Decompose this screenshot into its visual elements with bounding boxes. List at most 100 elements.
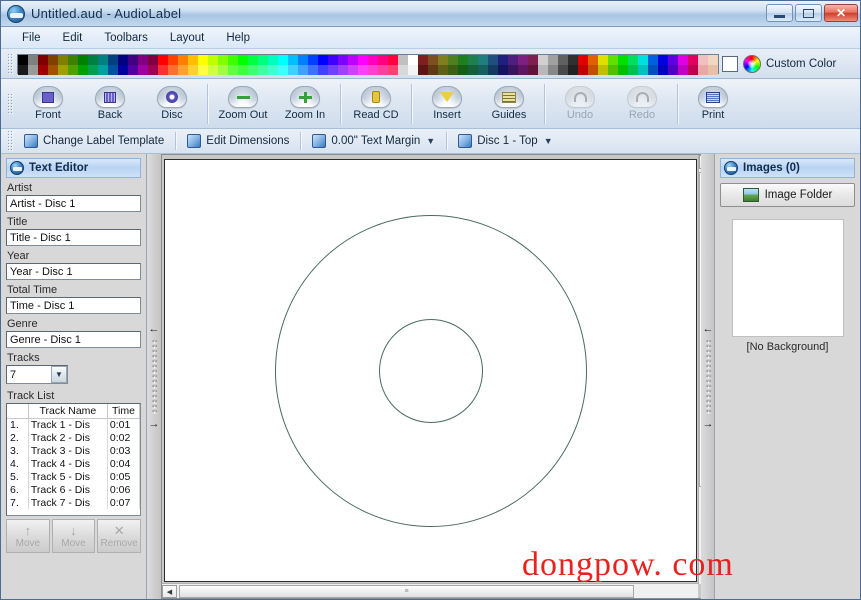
- minimize-button[interactable]: [766, 4, 793, 22]
- color-swatch[interactable]: [318, 64, 328, 75]
- color-swatch[interactable]: [138, 54, 148, 65]
- color-swatch[interactable]: [88, 54, 98, 65]
- color-swatch[interactable]: [558, 64, 568, 75]
- color-swatch[interactable]: [98, 54, 108, 65]
- toolbar-button-print[interactable]: Print: [682, 81, 744, 127]
- color-swatch[interactable]: [28, 54, 38, 65]
- selected-color-swatch[interactable]: [722, 55, 738, 72]
- color-swatch[interactable]: [348, 64, 358, 75]
- color-swatch[interactable]: [228, 54, 238, 65]
- color-swatch[interactable]: [318, 54, 328, 65]
- change-label-template-button[interactable]: Change Label Template: [17, 131, 171, 152]
- menu-layout[interactable]: Layout: [159, 29, 216, 47]
- color-swatch[interactable]: [78, 54, 88, 65]
- color-swatch[interactable]: [438, 64, 448, 75]
- color-swatch[interactable]: [128, 54, 138, 65]
- color-swatch[interactable]: [628, 54, 638, 65]
- color-swatch[interactable]: [368, 64, 378, 75]
- color-swatch[interactable]: [538, 54, 548, 65]
- color-swatch[interactable]: [78, 64, 88, 75]
- color-swatch[interactable]: [558, 54, 568, 65]
- color-swatch[interactable]: [88, 64, 98, 75]
- table-row[interactable]: 6. Track 6 - Dis 0:06: [7, 483, 140, 496]
- toolbar-button-zoom-out[interactable]: Zoom Out: [212, 81, 274, 127]
- color-swatch[interactable]: [378, 64, 388, 75]
- color-swatch[interactable]: [418, 64, 428, 75]
- color-swatch[interactable]: [548, 64, 558, 75]
- color-swatch[interactable]: [138, 64, 148, 75]
- color-swatch[interactable]: [108, 54, 118, 65]
- color-swatch[interactable]: [178, 54, 188, 65]
- color-swatch[interactable]: [308, 54, 318, 65]
- color-swatch[interactable]: [48, 64, 58, 75]
- color-swatch[interactable]: [38, 64, 48, 75]
- table-row[interactable]: 2. Track 2 - Dis 0:02: [7, 431, 140, 444]
- color-swatch[interactable]: [158, 64, 168, 75]
- color-swatch[interactable]: [638, 64, 648, 75]
- left-panel-splitter[interactable]: ← →: [147, 154, 161, 599]
- color-swatch[interactable]: [328, 54, 338, 65]
- color-swatch[interactable]: [268, 64, 278, 75]
- color-swatch[interactable]: [218, 64, 228, 75]
- splitter-grip-icon[interactable]: [705, 338, 711, 415]
- table-row[interactable]: 5. Track 5 - Dis 0:05: [7, 470, 140, 483]
- color-swatch[interactable]: [428, 54, 438, 65]
- color-swatch[interactable]: [168, 64, 178, 75]
- color-swatch[interactable]: [258, 54, 268, 65]
- color-swatch[interactable]: [618, 54, 628, 65]
- color-swatch[interactable]: [148, 64, 158, 75]
- color-swatch[interactable]: [338, 64, 348, 75]
- color-swatch[interactable]: [498, 64, 508, 75]
- color-swatch[interactable]: [448, 64, 458, 75]
- expand-right-icon[interactable]: →: [149, 418, 160, 430]
- canvas-horizontal-scrollbar[interactable]: ◀ ≡: [162, 583, 698, 598]
- color-swatch[interactable]: [248, 64, 258, 75]
- track-col-time[interactable]: Time: [107, 404, 140, 419]
- color-swatch[interactable]: [208, 54, 218, 65]
- color-swatch[interactable]: [468, 64, 478, 75]
- color-swatch[interactable]: [668, 64, 678, 75]
- color-swatch[interactable]: [278, 64, 288, 75]
- toolbar-button-guides[interactable]: Guides: [478, 81, 540, 127]
- color-swatch[interactable]: [368, 54, 378, 65]
- color-swatch[interactable]: [448, 54, 458, 65]
- expand-right-icon[interactable]: →: [703, 418, 714, 430]
- background-image-preview[interactable]: [731, 219, 844, 337]
- color-swatch[interactable]: [408, 54, 418, 65]
- color-swatch[interactable]: [708, 64, 718, 75]
- color-swatch[interactable]: [668, 54, 678, 65]
- color-swatch[interactable]: [468, 54, 478, 65]
- color-swatch[interactable]: [268, 54, 278, 65]
- color-swatch[interactable]: [178, 64, 188, 75]
- menu-file[interactable]: File: [11, 29, 52, 47]
- color-swatch[interactable]: [608, 54, 618, 65]
- color-swatch[interactable]: [428, 64, 438, 75]
- color-swatch[interactable]: [618, 64, 628, 75]
- color-swatch[interactable]: [578, 54, 588, 65]
- color-swatch[interactable]: [58, 64, 68, 75]
- color-swatch[interactable]: [248, 54, 258, 65]
- table-row[interactable]: 3. Track 3 - Dis 0:03: [7, 444, 140, 457]
- custom-color-label[interactable]: Custom Color: [766, 58, 836, 70]
- table-row[interactable]: 4. Track 4 - Dis 0:04: [7, 457, 140, 470]
- color-swatch[interactable]: [658, 64, 668, 75]
- color-swatch[interactable]: [648, 64, 658, 75]
- color-swatch[interactable]: [18, 64, 28, 75]
- scroll-left-button[interactable]: ◀: [162, 585, 177, 598]
- color-swatch[interactable]: [228, 64, 238, 75]
- color-swatch[interactable]: [568, 54, 578, 65]
- color-swatch[interactable]: [18, 54, 28, 65]
- collapse-left-icon[interactable]: ←: [703, 323, 714, 335]
- color-swatch[interactable]: [488, 54, 498, 65]
- color-swatch[interactable]: [338, 54, 348, 65]
- color-swatch[interactable]: [288, 64, 298, 75]
- color-swatch[interactable]: [218, 54, 228, 65]
- close-button[interactable]: ✕: [824, 4, 858, 22]
- color-swatch[interactable]: [508, 54, 518, 65]
- color-swatch[interactable]: [238, 54, 248, 65]
- color-swatch[interactable]: [438, 54, 448, 65]
- toolbar-button-zoom-in[interactable]: Zoom In: [274, 81, 336, 127]
- color-swatch[interactable]: [118, 64, 128, 75]
- color-swatch[interactable]: [298, 64, 308, 75]
- color-swatch[interactable]: [238, 64, 248, 75]
